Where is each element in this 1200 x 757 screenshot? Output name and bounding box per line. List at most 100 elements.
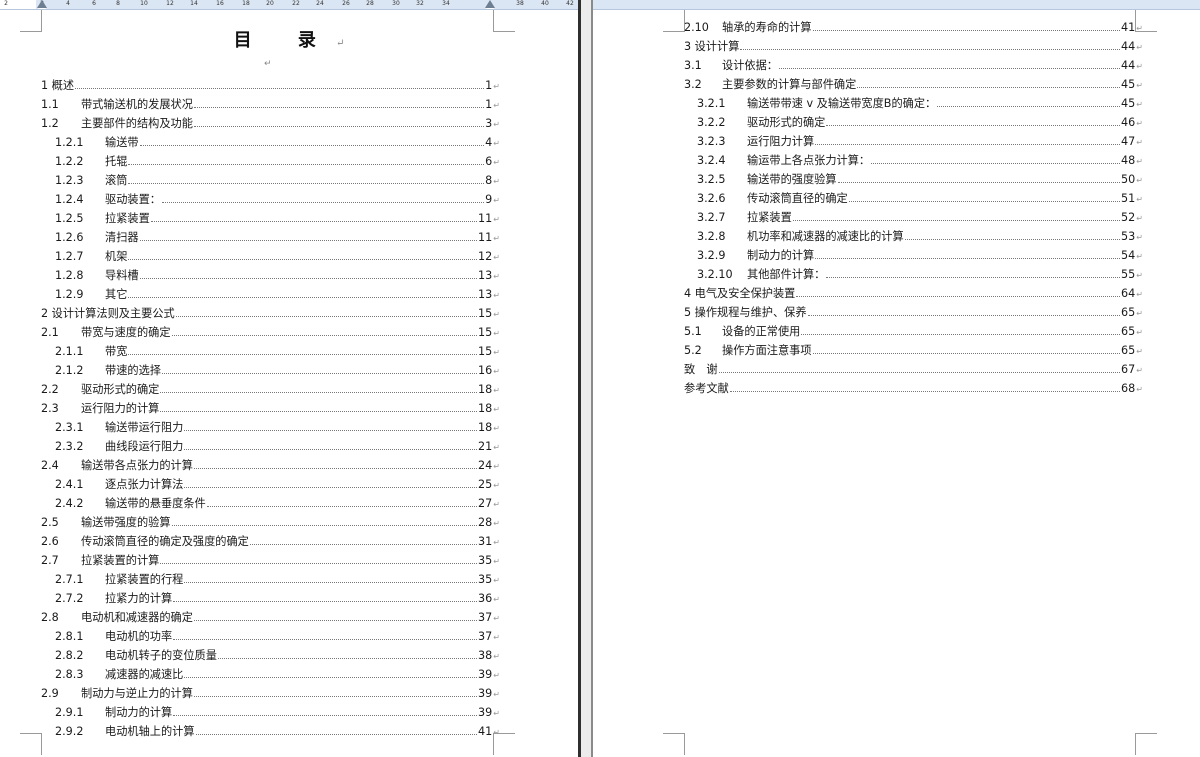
toc-entry[interactable]: 2.1.1 带宽 15 ↵ [55,343,500,360]
toc-entry[interactable]: 3.2 主要参数的计算与部件确定 45 ↵ [684,76,1143,93]
toc-entry-number: 2.4 [41,459,59,472]
toc-entry[interactable]: 3 设计计算 44 ↵ [684,38,1143,55]
toc-page-number: 15 [478,326,493,339]
toc-entry[interactable]: 2.5 输送带强度的验算 28 ↵ [41,514,500,531]
toc-entry[interactable]: 1.2.7 机架 12 ↵ [55,248,500,265]
paragraph-mark-icon: ↵ [1136,138,1143,147]
paragraph-mark-icon: ↵ [493,500,500,509]
toc-entry-title: 带速的选择 [105,364,161,377]
toc-entry-number: 4 电气及安全保护装置 [684,287,796,300]
toc-entry-title: 输送带的强度验算 [747,173,837,186]
toc-dot-leader [815,133,1121,145]
toc-dot-leader [729,380,1121,392]
toc-dot-leader [184,419,478,431]
toc-entry[interactable]: 2 设计计算法则及主要公式 15 ↵ [41,305,500,322]
toc-entry[interactable]: 3.2.8 机功率和减速器的减速比的计算 53 ↵ [697,228,1143,245]
ruler-indent-marker-icon[interactable] [37,0,47,9]
toc-entry[interactable]: 5.1 设备的正常使用 65 ↵ [684,323,1143,340]
toc-entry[interactable]: 2.3.2 曲线段运行阻力 21 ↵ [55,438,500,455]
toc-entry[interactable]: 1.2.1 输送带 4 ↵ [55,134,500,151]
toc-entry[interactable]: 2.1 带宽与速度的确定 15 ↵ [41,324,500,341]
toc-page-number: 38 [478,649,493,662]
toc-entry[interactable]: 3.2.4 输运带上各点张力计算： 48 ↵ [697,152,1143,169]
toc-entry[interactable]: 2.4.1 逐点张力计算法 25 ↵ [55,476,500,493]
toc-entry[interactable]: 2.9.2 电动机轴上的计算 41 ↵ [55,723,500,740]
toc-entry[interactable]: 1.2.4 驱动装置： 9 ↵ [55,191,500,208]
toc-entry[interactable]: 2.7.1 拉紧装置的行程 35 ↵ [55,571,500,588]
toc-page-number: 48 [1121,154,1136,167]
toc-entry[interactable]: 致 谢 67 ↵ [684,361,1143,378]
toc-entry-title: 滚筒 [105,174,128,187]
toc-entry[interactable]: 4 电气及安全保护装置 64 ↵ [684,285,1143,302]
toc-entry[interactable]: 2.6 传动滚筒直径的确定及强度的确定 31 ↵ [41,533,500,550]
toc-entry[interactable]: 2.9.1 制动力的计算 39 ↵ [55,704,500,721]
paragraph-mark-icon: ↵ [1136,366,1143,375]
toc-entry[interactable]: 1.2.5 拉紧装置 11 ↵ [55,210,500,227]
toc-entry[interactable]: 2.8 电动机和减速器的确定 37 ↵ [41,609,500,626]
ruler-tick-label: 10 [140,0,148,7]
paragraph-mark-icon: ↵ [493,272,500,281]
paragraph-mark-icon: ↵ [493,538,500,547]
toc-dot-leader [161,362,478,374]
toc-entry[interactable]: 1.2.6 清扫器 11 ↵ [55,229,500,246]
toc-entry[interactable]: 3.2.5 输送带的强度验算 50 ↵ [697,171,1143,188]
toc-dot-leader [812,19,1121,31]
toc-entry[interactable]: 2.8.1 电动机的功率 37 ↵ [55,628,500,645]
toc-entry[interactable]: 2.7 拉紧装置的计算 35 ↵ [41,552,500,569]
toc-entry-number: 2.8.3 [55,668,84,681]
toc-entry-title: 拉紧装置 [747,211,792,224]
toc-entry[interactable]: 1 概述 1 ↵ [41,77,500,94]
toc-entry-number: 1.2.6 [55,231,84,244]
paragraph-mark-icon: ↵ [493,291,500,300]
toc-entry[interactable]: 2.10 轴承的寿命的计算 41 ↵ [684,19,1143,36]
toc-entry[interactable]: 2.2 驱动形式的确定 18 ↵ [41,381,500,398]
toc-entry-number: 2.7.1 [55,573,84,586]
toc-entry-title: 输运带上各点张力计算： [747,154,871,167]
ruler-tick-label: 26 [342,0,350,7]
toc-entry[interactable]: 3.2.2 驱动形式的确定 46 ↵ [697,114,1143,131]
toc-entry[interactable]: 3.2.1 输送带带速 v 及输送带宽度B的确定： 45 ↵ [697,95,1143,112]
toc-entry[interactable]: 1.2.8 导料槽 13 ↵ [55,267,500,284]
toc-entry[interactable]: 2.8.2 电动机转子的变位质量 38 ↵ [55,647,500,664]
toc-dot-leader [792,209,1121,221]
toc-entry-number: 1.2.1 [55,136,84,149]
toc-entry[interactable]: 1.2.9 其它 13 ↵ [55,286,500,303]
toc-dot-leader [857,76,1121,88]
toc-entry-title: 拉紧力的计算 [105,592,173,605]
toc-entry-number: 2.4.1 [55,478,84,491]
toc-entry[interactable]: 1.2.2 托辊 6 ↵ [55,153,500,170]
ruler-right-indent-marker-icon[interactable] [485,0,495,9]
toc-entry[interactable]: 2.1.2 带速的选择 16 ↵ [55,362,500,379]
toc-entry[interactable]: 参考文献 68 ↵ [684,380,1143,397]
toc-entry[interactable]: 2.9 制动力与逆止力的计算 39 ↵ [41,685,500,702]
toc-entry[interactable]: 2.3 运行阻力的计算 18 ↵ [41,400,500,417]
toc-entry-title: 传动滚筒直径的确定及强度的确定 [81,535,249,548]
paragraph-mark-icon: ↵ [493,196,500,205]
toc-entry[interactable]: 2.3.1 输送带运行阻力 18 ↵ [55,419,500,436]
toc-entry[interactable]: 2.4.2 输送带的悬垂度条件 27 ↵ [55,495,500,512]
toc-entry-title: 电动机转子的变位质量 [105,649,217,662]
toc-entry[interactable]: 2.4 输送带各点张力的计算 24 ↵ [41,457,500,474]
toc-entry-number: 5 操作规程与维护、保养 [684,306,807,319]
toc-entry[interactable]: 3.1 设计依据： 44 ↵ [684,57,1143,74]
paragraph-mark-icon: ↵ [1136,328,1143,337]
paragraph-mark-icon: ↵ [493,329,500,338]
toc-entry-title: 制动力与逆止力的计算 [81,687,193,700]
toc-entry[interactable]: 1.2.3 滚筒 8 ↵ [55,172,500,189]
toc-entry[interactable]: 3.2.6 传动滚筒直径的确定 51 ↵ [697,190,1143,207]
crop-mark-top-left [663,10,685,32]
toc-entry[interactable]: 3.2.7 拉紧装置 52 ↵ [697,209,1143,226]
toc-entry[interactable]: 3.2.10 其他部件计算： 55 ↵ [697,266,1143,283]
toc-entry[interactable]: 2.7.2 拉紧力的计算 36 ↵ [55,590,500,607]
toc-entry[interactable]: 3.2.9 制动力的计算 54 ↵ [697,247,1143,264]
toc-page-number: 51 [1121,192,1136,205]
paragraph-mark-icon: ↵ [493,633,500,642]
horizontal-ruler[interactable]: 2 2 4 6 8 10 12 14 16 18 20 22 24 26 28 30 32 34 38 40 42 [0,0,578,10]
toc-entry[interactable]: 5.2 操作方面注意事项 65 ↵ [684,342,1143,359]
toc-dot-leader [193,609,478,621]
toc-entry[interactable]: 2.8.3 减速器的减速比 39 ↵ [55,666,500,683]
toc-entry[interactable]: 1.2 主要部件的结构及功能 3 ↵ [41,115,500,132]
toc-entry[interactable]: 1.1 带式输送机的发展状况 1 ↵ [41,96,500,113]
toc-entry[interactable]: 3.2.3 运行阻力计算 47 ↵ [697,133,1143,150]
toc-entry[interactable]: 5 操作规程与维护、保养 65 ↵ [684,304,1143,321]
